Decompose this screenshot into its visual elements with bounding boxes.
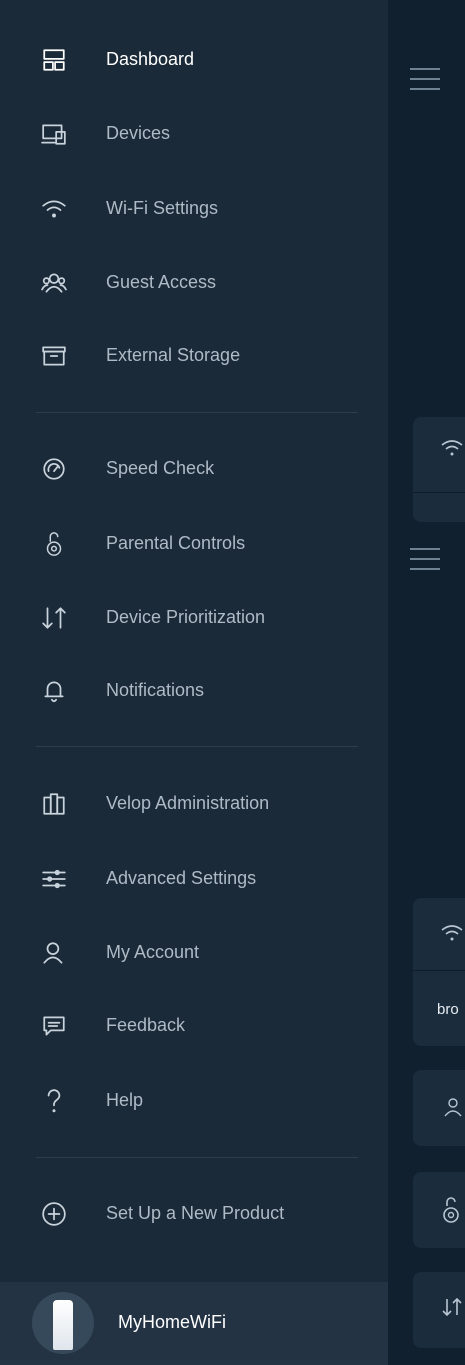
menu-item-label: Help — [106, 1090, 144, 1110]
dashboard-icon — [38, 44, 70, 76]
background-priority-card[interactable] — [413, 1272, 465, 1348]
guest-access-icon — [441, 1096, 465, 1124]
router-node-icon — [53, 1300, 73, 1350]
bell-icon — [38, 675, 70, 707]
menu-item-label: External Storage — [106, 345, 241, 365]
menu-item-label: Set Up a New Product — [106, 1203, 285, 1223]
sliders-icon — [38, 863, 70, 895]
background-network-card[interactable]: bro — [413, 898, 465, 1046]
menu-item-label: Device Prioritization — [106, 607, 266, 627]
storage-icon — [38, 340, 70, 372]
menu-item-velop-administration[interactable]: Velop Administration — [0, 776, 388, 832]
menu-item-external-storage[interactable]: External Storage — [0, 328, 388, 384]
menu-item-guest-access[interactable]: Guest Access — [0, 255, 388, 311]
arrows-updown-icon — [38, 602, 70, 634]
network-name: MyHomeWiFi — [118, 1312, 226, 1332]
divider — [36, 412, 358, 413]
menu-item-devices[interactable]: Devices — [0, 106, 388, 162]
menu-item-label: Guest Access — [106, 272, 217, 292]
background-guest-card[interactable] — [413, 1070, 465, 1146]
menu-item-label: Notifications — [106, 680, 205, 700]
divider — [36, 1157, 358, 1158]
menu-item-my-account[interactable]: My Account — [0, 925, 388, 981]
menu-item-advanced-settings[interactable]: Advanced Settings — [0, 851, 388, 907]
menu-item-wifi-settings[interactable]: Wi-Fi Settings — [0, 181, 388, 237]
lock-icon — [441, 1196, 461, 1230]
wifi-icon — [441, 924, 463, 948]
menu-item-label: Speed Check — [106, 458, 215, 478]
menu-item-device-prioritization[interactable]: Device Prioritization — [0, 590, 388, 646]
menu-item-speed-check[interactable]: Speed Check — [0, 441, 388, 497]
lock-icon — [38, 528, 70, 560]
navigation-drawer: Dashboard Devices Wi-Fi Settings Guest A… — [0, 0, 388, 1365]
wifi-icon — [441, 439, 463, 463]
hamburger-menu-icon[interactable] — [410, 68, 440, 98]
menu-item-feedback[interactable]: Feedback — [0, 998, 388, 1054]
menu-item-label: Velop Administration — [106, 793, 270, 813]
menu-item-label: Advanced Settings — [106, 868, 257, 888]
menu-item-label: My Account — [106, 942, 200, 962]
menu-item-help[interactable]: Help — [0, 1073, 388, 1129]
user-icon — [38, 937, 70, 969]
background-parental-card[interactable] — [413, 1172, 465, 1248]
devices-icon — [38, 118, 70, 150]
menu-item-label: Wi-Fi Settings — [106, 198, 219, 218]
wifi-icon — [38, 193, 70, 225]
router-avatar — [32, 1292, 94, 1354]
menu-item-set-up-new-product[interactable]: Set Up a New Product — [0, 1186, 388, 1242]
guest-access-icon — [38, 267, 70, 299]
divider — [36, 746, 358, 747]
network-text: bro — [437, 1001, 459, 1018]
menu-item-label: Parental Controls — [106, 533, 246, 553]
nodes-icon — [38, 788, 70, 820]
speedometer-icon — [38, 453, 70, 485]
chat-icon — [38, 1010, 70, 1042]
background-card[interactable] — [413, 417, 465, 522]
menu-item-parental-controls[interactable]: Parental Controls — [0, 516, 388, 572]
menu-item-notifications[interactable]: Notifications — [0, 663, 388, 719]
menu-item-label: Dashboard — [106, 49, 195, 69]
help-icon — [38, 1085, 70, 1117]
plus-circle-icon — [38, 1198, 70, 1230]
hamburger-menu-icon[interactable] — [410, 548, 440, 578]
arrows-updown-icon — [441, 1296, 463, 1324]
menu-item-label: Devices — [106, 123, 171, 143]
menu-item-label: Feedback — [106, 1015, 186, 1035]
menu-item-dashboard[interactable]: Dashboard — [0, 32, 388, 88]
network-footer[interactable]: MyHomeWiFi — [0, 1282, 388, 1365]
